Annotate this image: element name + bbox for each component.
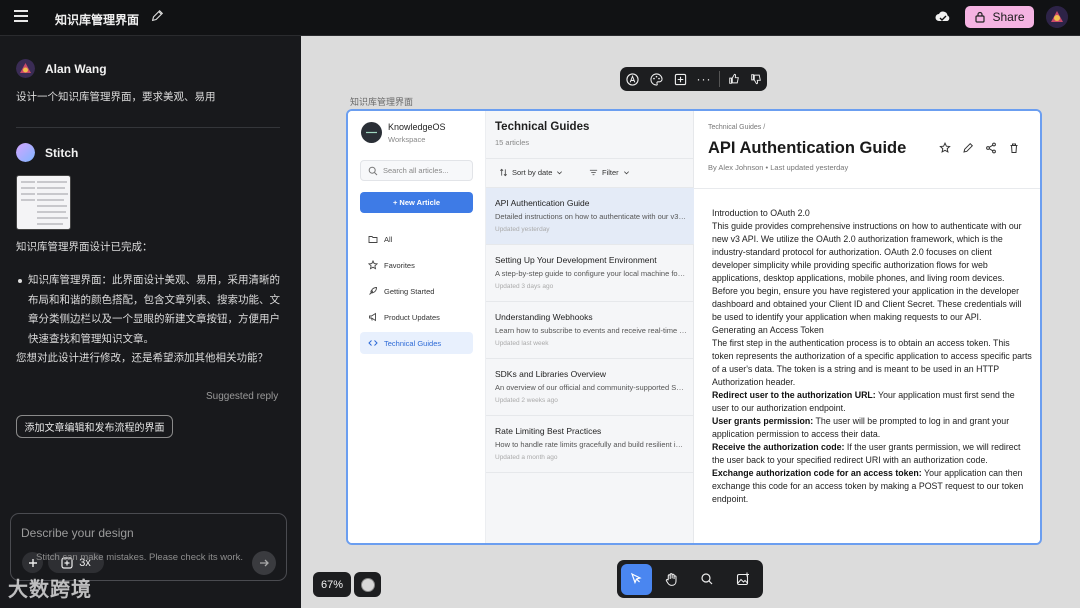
hand-tool-icon[interactable] bbox=[655, 564, 688, 595]
disclaimer: Stitch can make mistakes. Please check i… bbox=[36, 552, 243, 563]
suggested-reply-label: Suggested reply bbox=[206, 391, 279, 402]
filter-icon bbox=[589, 169, 598, 175]
breadcrumb[interactable]: Technical Guides / bbox=[708, 124, 765, 131]
article-meta: By Alex Johnson • Last updated yesterday bbox=[708, 163, 849, 172]
article-body: Introduction to OAuth 2.0 This guide pro… bbox=[712, 207, 1032, 506]
user-message: 设计一个知识库管理界面，要求美观、易用 bbox=[16, 91, 216, 103]
search-tool-icon[interactable] bbox=[691, 564, 724, 595]
article-list: Technical Guides 15 articles Sort by dat… bbox=[486, 111, 694, 543]
article-item[interactable]: Rate Limiting Best Practices How to hand… bbox=[486, 416, 694, 473]
user-name: Alan Wang bbox=[45, 61, 107, 76]
assistant-question: 您想对此设计进行修改，还是希望添加其他相关功能？ bbox=[16, 352, 268, 364]
article-item[interactable]: Understanding Webhooks Learn how to subs… bbox=[486, 302, 694, 359]
frame-label: 知识库管理界面 bbox=[350, 97, 414, 107]
assistant-name: Stitch bbox=[45, 145, 79, 160]
chevron-down-icon bbox=[557, 170, 563, 174]
composer-placeholder[interactable]: Describe your design bbox=[21, 526, 134, 540]
chat-panel: Alan Wang 设计一个知识库管理界面，要求美观、易用 Stitch 知识库… bbox=[0, 36, 301, 608]
thumbs-down-icon[interactable] bbox=[745, 67, 767, 91]
nav-item-getting-started[interactable]: Getting Started bbox=[360, 280, 473, 302]
add-variant-icon[interactable] bbox=[668, 67, 692, 91]
section-heading: Introduction to OAuth 2.0 bbox=[712, 208, 810, 218]
suggested-reply-chip[interactable]: 添加文章编辑和发布流程的界面 bbox=[16, 415, 173, 438]
nav-item-product-updates[interactable]: Product Updates bbox=[360, 306, 473, 328]
watermark: 大数跨境 bbox=[8, 579, 92, 601]
share-icon[interactable] bbox=[985, 142, 997, 154]
more-options-icon[interactable]: ··· bbox=[692, 67, 716, 91]
filter-dropdown[interactable]: Filter bbox=[589, 164, 630, 180]
prompt-composer[interactable]: Describe your design 3x bbox=[10, 513, 287, 581]
nav-item-technical-guides[interactable]: Technical Guides bbox=[360, 332, 473, 354]
step-item: Exchange authorization code for an acces… bbox=[712, 468, 1024, 504]
image-tool-icon[interactable] bbox=[726, 564, 759, 595]
share-button[interactable]: Share bbox=[965, 6, 1034, 28]
search-placeholder: Search all articles... bbox=[383, 166, 449, 175]
sort-dropdown[interactable]: Sort by date bbox=[499, 164, 563, 180]
element-toolbar: ··· bbox=[620, 67, 767, 91]
pencil-icon[interactable] bbox=[150, 9, 164, 23]
design-thumbnail[interactable] bbox=[16, 175, 71, 230]
theme-swatch-icon bbox=[360, 577, 375, 592]
folder-icon bbox=[368, 236, 378, 243]
nav-item-favorites[interactable]: Favorites bbox=[360, 254, 473, 276]
design-frame[interactable]: KnowledgeOS Workspace Search all article… bbox=[346, 109, 1042, 545]
paragraph: The first step in the authentication pro… bbox=[712, 338, 1032, 387]
star-icon bbox=[368, 260, 378, 270]
paragraph: Before you begin, ensure you have regist… bbox=[712, 286, 1022, 322]
paragraph: This guide provides comprehensive instru… bbox=[712, 221, 1022, 283]
edit-element-icon[interactable] bbox=[620, 67, 644, 91]
app-sidebar: KnowledgeOS Workspace Search all article… bbox=[348, 111, 486, 543]
user-message-header: Alan Wang bbox=[16, 59, 107, 78]
divider bbox=[16, 127, 280, 128]
assistant-intro: 知识库管理界面设计已完成： bbox=[16, 241, 153, 253]
brand-subtitle: Workspace bbox=[388, 135, 426, 144]
stitch-logo-icon bbox=[16, 143, 35, 162]
project-title: 知识库管理界面 bbox=[55, 13, 140, 27]
assistant-message-header: Stitch bbox=[16, 143, 78, 162]
palette-icon[interactable] bbox=[644, 67, 668, 91]
article-item[interactable]: API Authentication Guide Detailed instru… bbox=[486, 188, 694, 245]
brand-logo-icon bbox=[361, 122, 382, 143]
rocket-icon bbox=[369, 287, 377, 295]
section-heading: Generating an Access Token bbox=[712, 325, 824, 335]
user-avatar[interactable] bbox=[1046, 6, 1068, 28]
article-detail: Technical Guides / API Authentication Gu… bbox=[694, 111, 1040, 543]
theme-toggle[interactable] bbox=[354, 572, 381, 597]
trash-icon[interactable] bbox=[1008, 142, 1020, 154]
list-title: Technical Guides bbox=[495, 121, 590, 133]
tool-dock bbox=[617, 560, 763, 598]
divider bbox=[694, 188, 1040, 189]
search-icon bbox=[368, 166, 378, 176]
nav-item-all[interactable]: All bbox=[360, 228, 473, 250]
send-button[interactable] bbox=[252, 551, 276, 575]
list-count: 15 articles bbox=[495, 138, 530, 147]
user-avatar bbox=[16, 59, 35, 78]
step-item: Receive the authorization code: If the u… bbox=[712, 442, 1021, 465]
step-item: Redirect user to the authorization URL: … bbox=[712, 390, 1015, 413]
zoom-level[interactable]: 67% bbox=[313, 572, 351, 597]
thumbs-up-icon[interactable] bbox=[723, 67, 745, 91]
sort-icon bbox=[500, 168, 507, 176]
code-icon bbox=[368, 340, 378, 346]
pencil-icon[interactable] bbox=[962, 142, 974, 154]
star-icon[interactable] bbox=[939, 142, 951, 154]
select-tool-icon[interactable] bbox=[621, 563, 652, 595]
article-actions bbox=[939, 142, 1020, 154]
assistant-bullet: 知识库管理界面：此界面设计美观、易用，采用清晰的布局和和谐的颜色搭配，包含文章列… bbox=[17, 271, 287, 349]
megaphone-icon bbox=[369, 312, 376, 322]
article-title: API Authentication Guide bbox=[708, 139, 907, 157]
lock-icon bbox=[975, 11, 986, 23]
chevron-down-icon bbox=[623, 170, 629, 174]
search-input[interactable]: Search all articles... bbox=[360, 160, 473, 181]
top-bar: 知识库管理界面 Share bbox=[0, 0, 1080, 36]
new-article-button[interactable]: + New Article bbox=[360, 192, 473, 213]
step-item: User grants permission: The user will be… bbox=[712, 416, 1010, 439]
article-item[interactable]: SDKs and Libraries Overview An overview … bbox=[486, 359, 694, 416]
toolbar-divider bbox=[719, 71, 720, 87]
arrow-right-icon bbox=[260, 559, 269, 567]
menu-icon[interactable] bbox=[14, 10, 28, 22]
cloud-icon[interactable] bbox=[934, 9, 952, 25]
article-item[interactable]: Setting Up Your Development Environment … bbox=[486, 245, 694, 302]
brand-name: KnowledgeOS bbox=[388, 122, 446, 132]
